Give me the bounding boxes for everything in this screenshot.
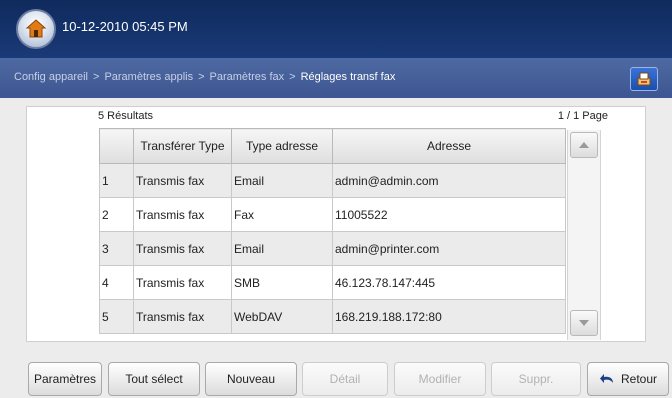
arrow-up-icon (579, 142, 589, 148)
home-icon (25, 19, 47, 38)
back-arrow-icon (599, 374, 613, 383)
row-address: admin@admin.com (332, 163, 566, 198)
row-transfer-type: Transmis fax (133, 299, 232, 334)
breadcrumb-item-parametres-fax[interactable]: Paramètres fax (210, 71, 285, 83)
scroll-down-button[interactable] (570, 310, 598, 336)
row-address: 11005522 (332, 197, 566, 232)
row-number: 1 (99, 163, 134, 198)
back-button[interactable]: Retour (587, 362, 669, 396)
row-transfer-type: Transmis fax (133, 163, 232, 198)
row-address-type: Email (231, 231, 333, 266)
delete-button[interactable]: Suppr. (491, 362, 581, 396)
column-header-transferer-type[interactable]: Transférer Type (133, 128, 232, 164)
row-transfer-type: Transmis fax (133, 231, 232, 266)
row-number: 4 (99, 265, 134, 300)
top-bar: 10-12-2010 05:45 PM (0, 0, 672, 58)
arrow-down-icon (579, 320, 589, 326)
row-number: 5 (99, 299, 134, 334)
breadcrumb-item-parametres-applis[interactable]: Paramètres applis (104, 71, 193, 83)
table-row[interactable]: 5 Transmis fax WebDAV 168.219.188.172:80 (99, 299, 566, 334)
home-button[interactable] (16, 9, 56, 49)
table-row[interactable]: 3 Transmis fax Email admin@printer.com (99, 231, 566, 266)
column-header-adresse[interactable]: Adresse (332, 128, 566, 164)
parametres-button[interactable]: Paramètres (28, 362, 102, 396)
row-transfer-type: Transmis fax (133, 197, 232, 232)
column-header-type-adresse[interactable]: Type adresse (231, 128, 333, 164)
row-address: 168.219.188.172:80 (332, 299, 566, 334)
row-number: 2 (99, 197, 134, 232)
breadcrumb-separator: > (93, 71, 100, 83)
table-row[interactable]: 4 Transmis fax SMB 46.123.78.147:445 (99, 265, 566, 300)
breadcrumb-separator: > (289, 71, 296, 83)
row-address-type: WebDAV (231, 299, 333, 334)
job-status-button[interactable] (630, 67, 658, 91)
column-header-index (99, 128, 134, 164)
bottom-toolbar: Paramètres Tout sélect Nouveau Détail Mo… (0, 362, 672, 398)
row-address: admin@printer.com (332, 231, 566, 266)
row-address-type: Fax (231, 197, 333, 232)
breadcrumb: Config appareil > Paramètres applis > Paramè… (0, 58, 672, 98)
table-header-row: Transférer Type Type adresse Adresse (99, 128, 566, 164)
back-button-label: Retour (620, 372, 658, 386)
forward-settings-table: Transférer Type Type adresse Adresse 1 T… (99, 128, 566, 334)
page-indicator: 1 / 1 Page (557, 110, 608, 122)
breadcrumb-separator: > (198, 71, 205, 83)
row-transfer-type: Transmis fax (133, 265, 232, 300)
breadcrumb-item-reglages-transf-fax: Réglages transf fax (300, 71, 396, 83)
row-number: 3 (99, 231, 134, 266)
new-button[interactable]: Nouveau (205, 362, 297, 396)
row-address: 46.123.78.147:445 (332, 265, 566, 300)
results-count: 5 Résultats (98, 110, 154, 122)
table-row[interactable]: 1 Transmis fax Email admin@admin.com (99, 163, 566, 198)
table-scrollbar[interactable] (567, 130, 601, 340)
job-status-icon (637, 72, 651, 86)
row-address-type: SMB (231, 265, 333, 300)
row-address-type: Email (231, 163, 333, 198)
scroll-up-button[interactable] (570, 132, 598, 158)
detail-button[interactable]: Détail (302, 362, 388, 396)
modify-button[interactable]: Modifier (394, 362, 486, 396)
select-all-button[interactable]: Tout sélect (108, 362, 200, 396)
datetime-display: 10-12-2010 05:45 PM (62, 19, 188, 34)
breadcrumb-item-config-appareil[interactable]: Config appareil (14, 71, 88, 83)
table-row[interactable]: 2 Transmis fax Fax 11005522 (99, 197, 566, 232)
